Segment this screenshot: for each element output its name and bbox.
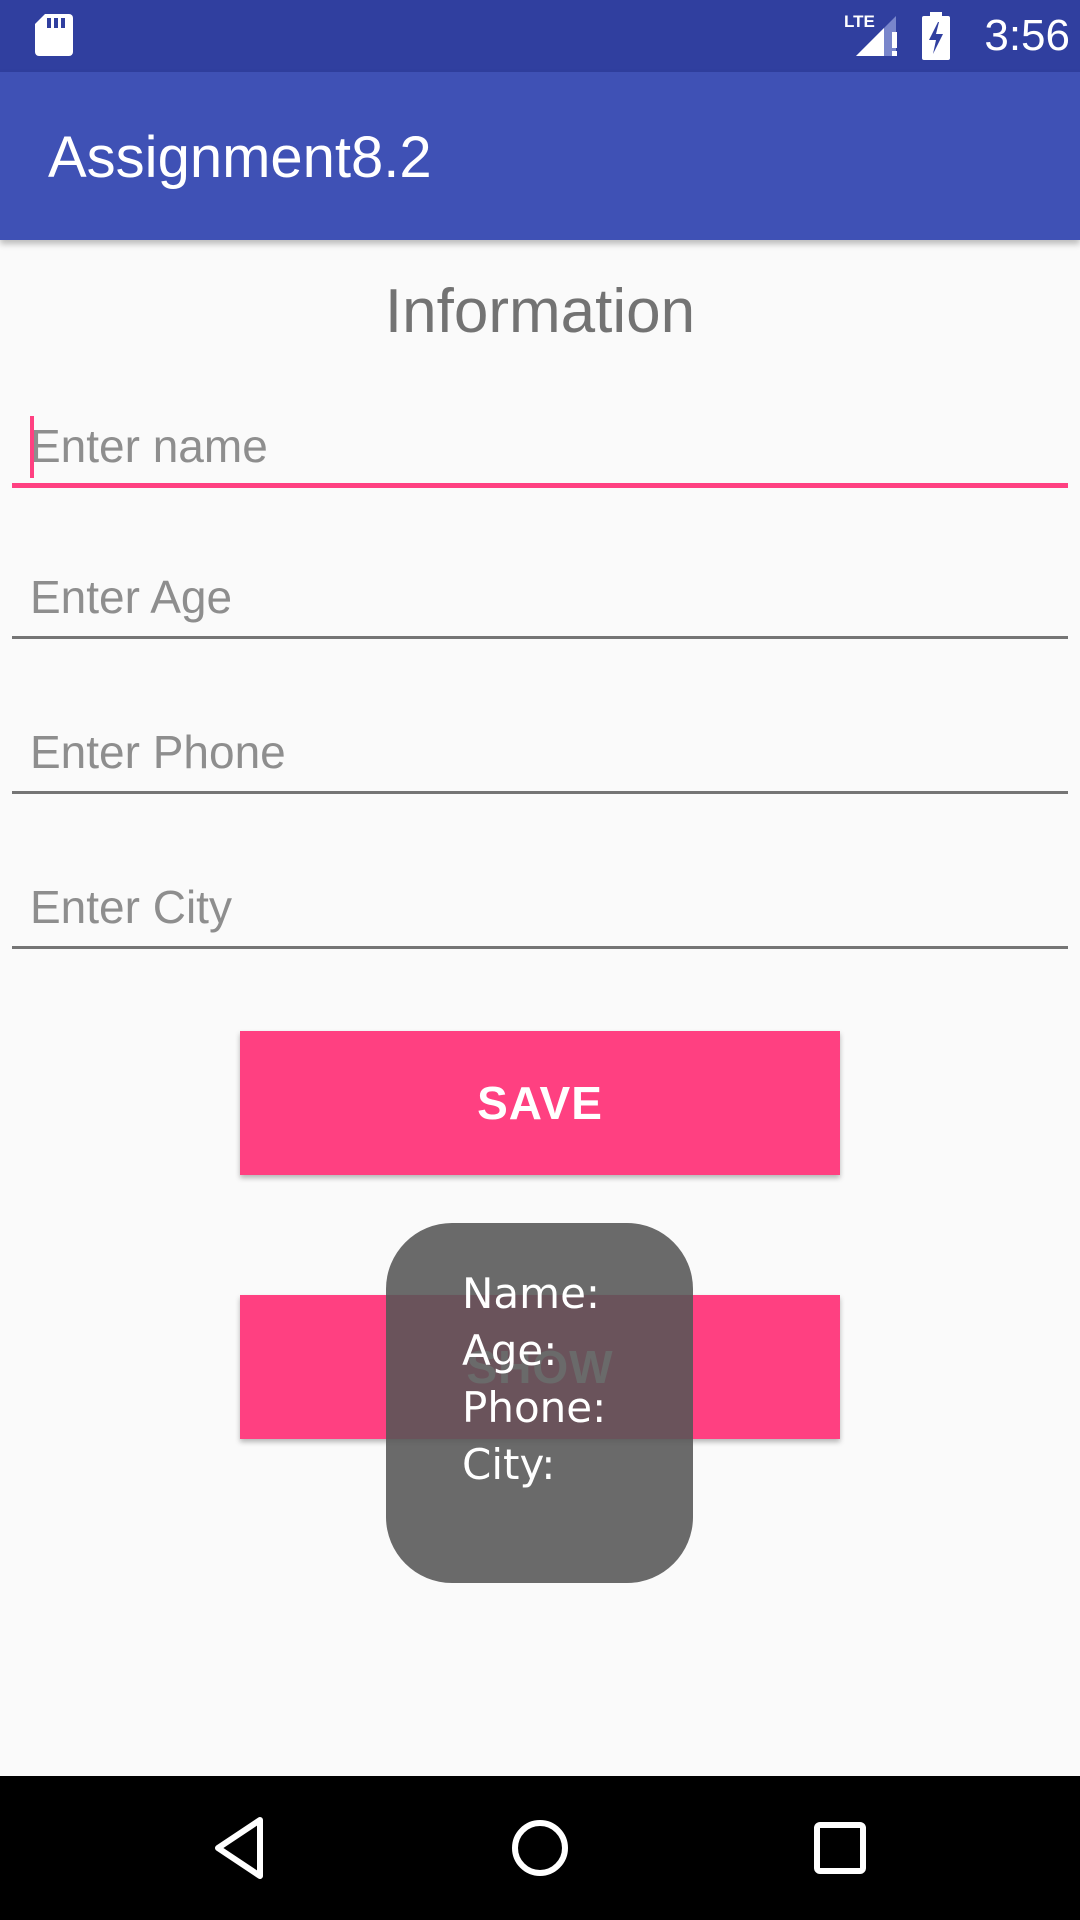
phone-field-underline	[12, 791, 1068, 794]
age-field-underline	[12, 636, 1068, 639]
toast-message: Name: Age: Phone: City:	[386, 1223, 693, 1583]
svg-text:LTE: LTE	[844, 12, 875, 31]
city-input[interactable]	[12, 869, 1068, 945]
city-field-underline	[12, 946, 1068, 949]
name-field-underline	[12, 483, 1068, 488]
page-title: Information	[384, 277, 696, 346]
phone-input[interactable]	[12, 714, 1068, 790]
toast-line-city: City:	[462, 1440, 556, 1489]
toast-line-name: Name:	[462, 1269, 601, 1318]
status-bar: LTE 3:56	[0, 0, 1080, 72]
text-cursor	[30, 416, 34, 478]
age-input[interactable]	[12, 559, 1068, 635]
app-title: Assignment8.2	[48, 125, 432, 190]
toast-line-phone: Phone:	[462, 1383, 607, 1432]
home-icon[interactable]	[500, 1808, 580, 1888]
navigation-bar	[0, 1776, 1080, 1920]
battery-charging-icon	[922, 12, 950, 60]
recents-icon[interactable]	[800, 1808, 880, 1888]
name-input[interactable]	[12, 408, 1068, 484]
name-field[interactable]	[12, 408, 1068, 488]
age-field[interactable]	[12, 559, 1068, 639]
screen: LTE 3:56 Assignment8.2 Information Enter…	[0, 0, 1080, 1920]
back-icon[interactable]	[200, 1808, 280, 1888]
app-bar: Assignment8.2	[0, 72, 1080, 240]
sd-card-icon	[35, 14, 73, 56]
city-field[interactable]	[12, 869, 1068, 949]
save-button[interactable]: SAVE	[240, 1031, 840, 1175]
toast-text: Name: Age: Phone: City:	[462, 1265, 606, 1493]
lte-signal-icon: LTE	[844, 12, 897, 56]
toast-line-age: Age:	[462, 1326, 558, 1375]
status-clock: 3:56	[984, 11, 1070, 60]
phone-field[interactable]	[12, 714, 1068, 794]
